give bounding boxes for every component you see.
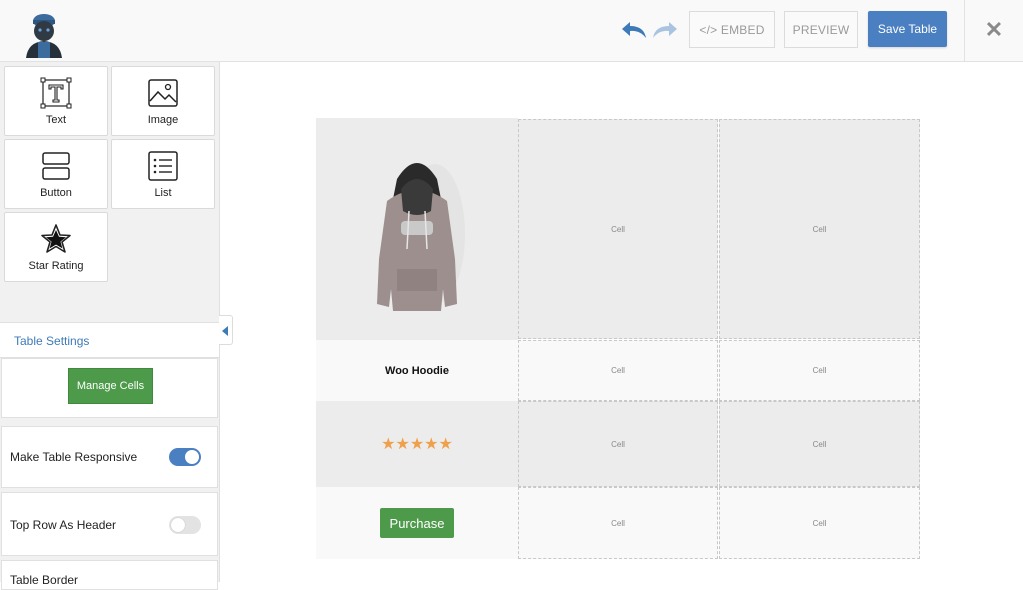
preview-button[interactable]: PREVIEW (784, 11, 858, 48)
table-canvas: Cell Cell Woo Hoodie Cell Cell ★★★★★ Cel… (316, 118, 920, 559)
table-cell[interactable]: Cell (719, 401, 920, 487)
element-label: Button (40, 187, 72, 199)
product-image-cell[interactable] (316, 118, 518, 340)
purchase-cell[interactable]: Purchase (316, 487, 518, 559)
responsive-label: Make Table Responsive (10, 450, 138, 464)
element-label: List (154, 187, 172, 199)
star-rating-cell[interactable]: ★★★★★ (316, 401, 518, 487)
table-cell[interactable]: Cell (518, 401, 718, 487)
element-text[interactable]: Text (4, 66, 108, 136)
top-row-header-label: Top Row As Header (10, 518, 117, 532)
manage-cells-panel: Manage Cells (1, 358, 218, 418)
text-icon (40, 77, 72, 109)
table-settings-header[interactable]: Table Settings (0, 322, 219, 358)
responsive-setting: Make Table Responsive (1, 426, 218, 488)
save-table-button[interactable]: Save Table (868, 11, 947, 47)
table-border-setting: Table Border (1, 560, 218, 590)
product-name: Woo Hoodie (385, 364, 449, 377)
responsive-toggle[interactable] (169, 448, 201, 466)
table-cell[interactable]: Cell (719, 340, 920, 401)
list-icon (148, 151, 178, 181)
product-name-cell[interactable]: Woo Hoodie (316, 340, 518, 401)
purchase-button[interactable]: Purchase (380, 508, 454, 538)
top-row-header-toggle[interactable] (169, 516, 201, 534)
toggle-knob (185, 450, 199, 464)
divider (964, 0, 965, 62)
avatar (26, 14, 62, 58)
elements-sidebar: Text Image Button List Star Rating Table… (0, 62, 233, 590)
hoodie-image (377, 163, 465, 311)
element-star-rating[interactable]: Star Rating (4, 212, 108, 282)
undo-icon[interactable] (620, 19, 648, 41)
table-cell[interactable]: Cell (719, 487, 920, 559)
table-cell[interactable]: Cell (518, 340, 718, 401)
embed-button[interactable]: </> EMBED (689, 11, 775, 48)
table-cell[interactable]: Cell (719, 119, 920, 339)
button-icon (42, 152, 70, 180)
manage-cells-button[interactable]: Manage Cells (68, 368, 153, 404)
table-cell[interactable]: Cell (518, 487, 718, 559)
table-cell[interactable]: Cell (518, 119, 718, 339)
star-rating: ★★★★★ (381, 436, 453, 453)
element-button[interactable]: Button (4, 139, 108, 209)
element-image[interactable]: Image (111, 66, 215, 136)
image-icon (148, 79, 178, 107)
redo-icon[interactable] (651, 19, 679, 41)
close-icon[interactable]: ✕ (983, 17, 1005, 42)
element-label: Image (147, 114, 179, 126)
collapse-sidebar-toggle[interactable] (219, 315, 233, 345)
table-border-label: Table Border (10, 573, 79, 587)
element-label: Star Rating (28, 260, 84, 272)
element-label: Text (45, 114, 67, 126)
toggle-knob (171, 518, 185, 532)
star-icon (41, 224, 71, 253)
table-settings-title: Table Settings (14, 334, 90, 348)
top-row-header-setting: Top Row As Header (1, 492, 218, 556)
element-list[interactable]: List (111, 139, 215, 209)
top-bar: </> EMBED PREVIEW Save Table ✕ (0, 0, 1023, 62)
